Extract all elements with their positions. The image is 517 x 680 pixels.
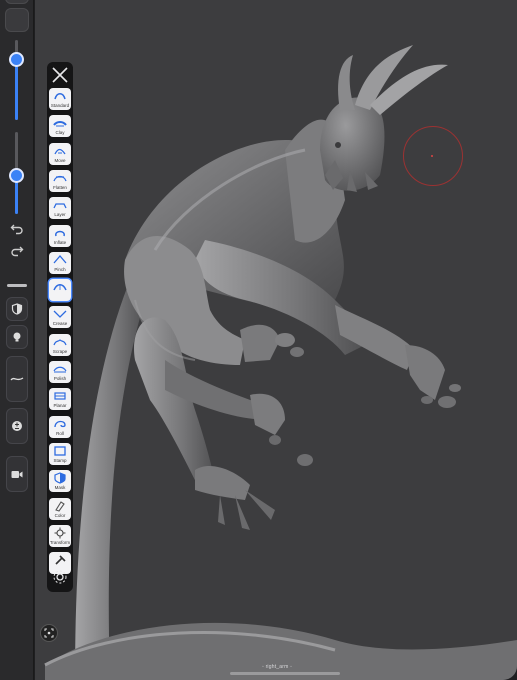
- tool-label: Inflate: [53, 239, 67, 245]
- tool-button-inflate[interactable]: Inflate: [49, 224, 71, 247]
- brush-cursor-ring: [403, 126, 463, 186]
- home-indicator[interactable]: [230, 672, 340, 675]
- focus-frame-icon: [44, 628, 54, 638]
- tool-label: Roll: [56, 430, 64, 436]
- top-panel-button[interactable]: [5, 0, 29, 4]
- tool-label: Transform: [49, 539, 71, 545]
- curve-icon: [10, 377, 24, 381]
- tool-label: Layer: [54, 212, 66, 218]
- crease-brush-icon: [53, 284, 67, 291]
- transform-icon: [54, 527, 66, 539]
- move-icon: [54, 148, 66, 154]
- lightbulb-icon: [13, 332, 21, 342]
- tool-label: Standard: [50, 103, 70, 108]
- close-tools-button[interactable]: [50, 65, 70, 85]
- layer-icon: [53, 203, 67, 209]
- scrape-icon: [53, 338, 67, 345]
- video-record-button[interactable]: [6, 456, 28, 492]
- tool-label: Mask: [54, 485, 66, 491]
- tool-button-layer[interactable]: Layer: [49, 197, 71, 220]
- brush-size-slider-fill: [15, 59, 18, 120]
- tool-button-move[interactable]: Move: [49, 142, 71, 165]
- dragon-sculpt-mesh[interactable]: [35, 0, 517, 680]
- mask-toggle-button[interactable]: [6, 297, 28, 321]
- shield-icon: [11, 303, 23, 315]
- tool-label: Flatten: [53, 184, 67, 190]
- tool-button-scrape[interactable]: Scrape: [49, 333, 71, 356]
- brush-cursor-center: [431, 155, 433, 157]
- tool-button-polish[interactable]: Polish: [49, 361, 71, 383]
- undo-icon[interactable]: [6, 218, 28, 240]
- tool-label: Stamp: [53, 457, 67, 463]
- tool-label: Move: [54, 157, 66, 163]
- planar-icon: [54, 392, 66, 400]
- tool-label: Color: [54, 512, 66, 518]
- stroke-curve-button[interactable]: [6, 356, 28, 402]
- tool-button-stamp[interactable]: Stamp: [49, 442, 71, 465]
- crease-icon: [53, 310, 67, 319]
- roll-icon: [54, 420, 66, 427]
- tool-button-mask[interactable]: Mask: [49, 470, 71, 493]
- tool-button-crease[interactable]: Crease: [49, 306, 71, 329]
- symmetry-add-subtract-button[interactable]: [6, 408, 28, 444]
- tool-button-color[interactable]: Color: [49, 497, 71, 520]
- tool-label: Planar: [53, 403, 67, 409]
- tool-button-crease-brush[interactable]: [49, 279, 71, 302]
- tool-button-transform[interactable]: Transform: [49, 524, 71, 547]
- frame-object-button[interactable]: [40, 624, 58, 642]
- menu-button[interactable]: [5, 8, 29, 32]
- object-label-suffix: ◦: [288, 664, 293, 670]
- tool-settings-button[interactable]: [50, 567, 70, 587]
- tool-button-roll[interactable]: Roll: [49, 415, 71, 438]
- plus-minus-icon: [12, 421, 22, 431]
- brush-intensity-slider-handle[interactable]: [9, 168, 24, 184]
- tool-button-flatten[interactable]: Flatten: [49, 169, 71, 192]
- tool-button-planar[interactable]: Planar: [49, 388, 71, 411]
- tool-label: Polish: [53, 376, 67, 381]
- tool-label: Clay: [55, 130, 65, 136]
- brush-size-slider-handle[interactable]: [9, 52, 24, 68]
- active-object-name: ◦ right_arm ◦: [262, 664, 292, 670]
- clay-icon: [53, 121, 67, 127]
- brush-toolbar: Standard Clay Move Flatten Layer Inflate Pinch…: [47, 62, 73, 592]
- standard-icon: [54, 93, 66, 100]
- stamp-icon: [54, 446, 66, 456]
- left-side-panel: [0, 0, 34, 680]
- video-camera-icon: [11, 470, 23, 478]
- tool-button-clay[interactable]: Clay: [49, 115, 71, 138]
- crossed-tools-icon: [52, 67, 68, 83]
- lighting-button[interactable]: [6, 325, 28, 349]
- redo-icon[interactable]: [6, 240, 28, 262]
- object-name: right_arm: [265, 664, 289, 670]
- tool-button-standard[interactable]: Standard: [49, 88, 71, 110]
- sculpt-viewport[interactable]: [35, 0, 517, 680]
- tool-button-pinch[interactable]: Pinch: [49, 251, 71, 274]
- mask-icon: [54, 472, 66, 484]
- tool-label: Pinch: [54, 266, 66, 272]
- flatten-icon: [53, 175, 67, 182]
- polish-icon: [53, 366, 67, 373]
- inflate-icon: [55, 230, 65, 236]
- color-icon: [55, 500, 65, 512]
- pinch-icon: [53, 254, 67, 264]
- tool-label: Crease: [52, 321, 68, 327]
- tool-label: Scrape: [52, 348, 68, 354]
- hammer-icon: [55, 555, 66, 565]
- panel-divider: [7, 284, 27, 287]
- gear-icon: [53, 570, 67, 584]
